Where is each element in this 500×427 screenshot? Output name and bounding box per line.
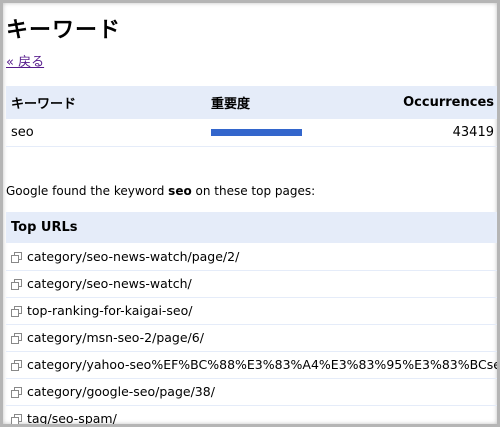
table-row: seo 43419 <box>6 119 497 146</box>
top-urls-title: Top URLs <box>11 220 78 235</box>
col-importance: 重要度 <box>211 97 251 112</box>
external-link-icon <box>11 279 22 290</box>
table-row[interactable]: tag/seo-spam/ <box>6 405 497 424</box>
found-keyword: seo <box>168 184 192 198</box>
url-link[interactable]: category/google-seo/page/38/ <box>27 384 215 399</box>
url-link[interactable]: category/msn-seo-2/page/6/ <box>27 330 204 345</box>
found-text: Google found the keyword seo on these to… <box>6 184 315 198</box>
external-link-icon <box>11 414 22 424</box>
importance-cell <box>206 119 353 146</box>
page-frame: キーワード « 戻る キーワード 重要度 Occurrences seo 434… <box>0 0 500 427</box>
importance-bar <box>211 128 302 136</box>
external-link-icon <box>11 306 22 317</box>
external-link-icon <box>11 387 22 398</box>
table-row[interactable]: category/msn-seo-2/page/6/ <box>6 324 497 351</box>
keyword-table-header: キーワード 重要度 Occurrences <box>6 86 497 119</box>
col-keyword: キーワード <box>11 97 77 112</box>
occurrences-cell: 43419 <box>452 124 494 140</box>
external-link-icon <box>11 333 22 344</box>
url-link[interactable]: tag/seo-spam/ <box>27 411 117 424</box>
url-link[interactable]: category/yahoo-seo%EF%BC%88%E3%83%A4%E3%… <box>27 357 497 372</box>
back-link[interactable]: « 戻る <box>6 51 44 70</box>
found-prefix: Google found the keyword <box>6 184 169 198</box>
table-row[interactable]: category/yahoo-seo%EF%BC%88%E3%83%A4%E3%… <box>6 351 497 378</box>
top-urls-table: Top URLs category/seo-news-watch/page/2/… <box>6 212 497 424</box>
top-urls-header: Top URLs <box>6 212 497 243</box>
table-row[interactable]: category/seo-news-watch/ <box>6 270 497 297</box>
url-link[interactable]: category/seo-news-watch/ <box>27 276 192 291</box>
url-link[interactable]: top-ranking-for-kaigai-seo/ <box>27 303 193 318</box>
table-row[interactable]: category/seo-news-watch/page/2/ <box>6 243 497 270</box>
table-row[interactable]: top-ranking-for-kaigai-seo/ <box>6 297 497 324</box>
table-row[interactable]: category/google-seo/page/38/ <box>6 378 497 405</box>
external-link-icon <box>11 360 22 371</box>
external-link-icon <box>11 251 22 263</box>
col-occurrences: Occurrences <box>403 95 494 110</box>
url-link[interactable]: category/seo-news-watch/page/2/ <box>27 249 239 264</box>
keyword-cell: seo <box>11 124 34 140</box>
found-suffix: on these top pages: <box>191 184 316 198</box>
page-title: キーワード <box>6 18 122 43</box>
keyword-table: キーワード 重要度 Occurrences seo 43419 <box>6 86 497 147</box>
